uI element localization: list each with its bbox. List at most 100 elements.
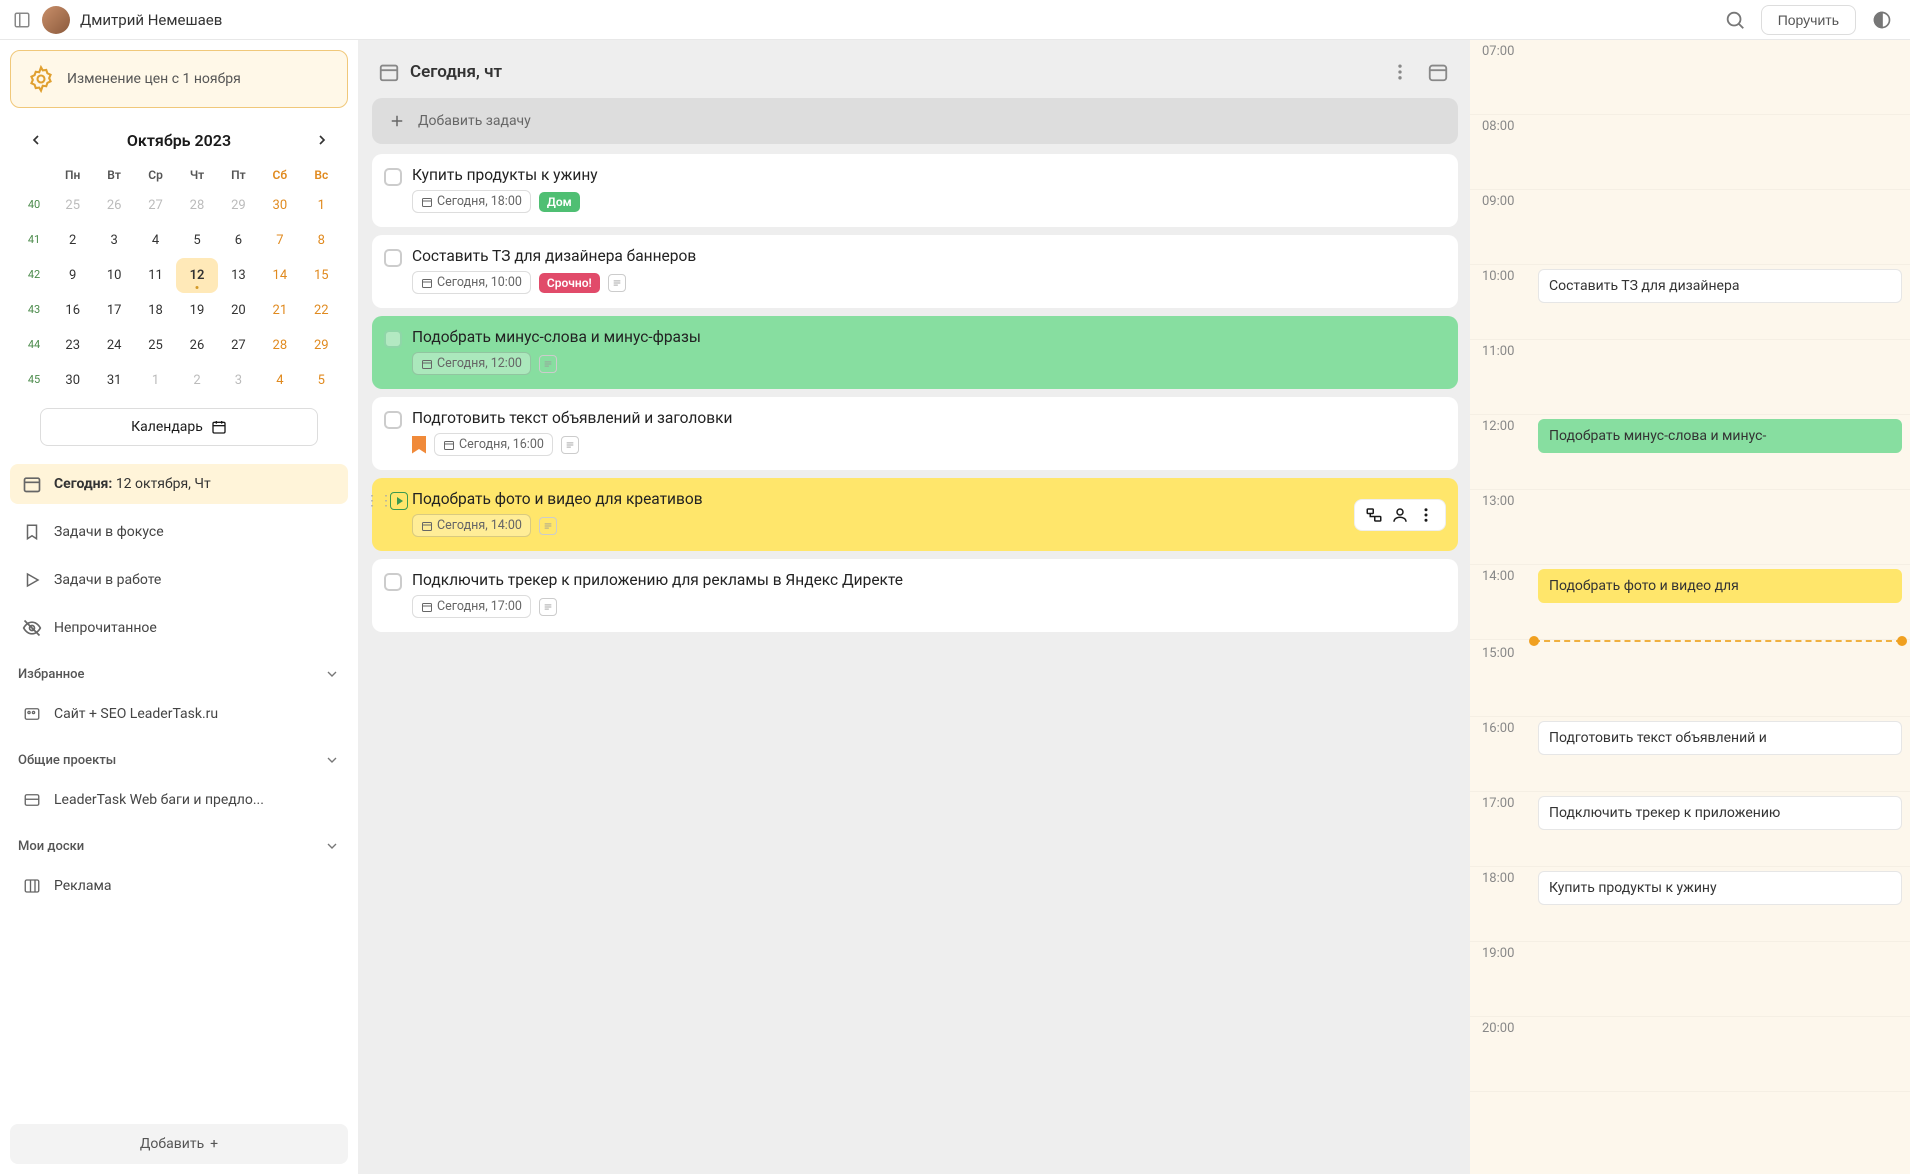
sidebar-collapse-button[interactable] xyxy=(12,10,32,30)
task-time-chip[interactable]: Сегодня, 17:00 xyxy=(412,595,531,618)
add-project-button[interactable]: Добавить + xyxy=(10,1124,348,1164)
calendar-day[interactable]: 29 xyxy=(301,328,342,363)
timeline-hour-slot[interactable]: Подключить трекер к приложению xyxy=(1534,792,1910,866)
timeline-event[interactable]: Подготовить текст объявлений и xyxy=(1538,721,1902,755)
assign-button[interactable]: Поручить xyxy=(1761,5,1856,35)
drag-handle-icon[interactable]: ⋮⋮ xyxy=(370,492,388,510)
task-play-button[interactable] xyxy=(390,492,408,510)
task-checkbox[interactable] xyxy=(384,168,402,186)
price-change-banner[interactable]: Изменение цен с 1 ноября xyxy=(10,50,348,108)
calendar-day[interactable]: 28 xyxy=(176,188,217,223)
calendar-day[interactable]: 27 xyxy=(218,328,259,363)
calendar-day[interactable]: 18 xyxy=(135,293,176,328)
theme-toggle-button[interactable] xyxy=(1866,4,1898,36)
task-tag[interactable]: Дом xyxy=(539,192,580,212)
calendar-day[interactable]: 30 xyxy=(259,188,300,223)
calendar-day[interactable]: 28 xyxy=(259,328,300,363)
section-shared[interactable]: Общие проекты xyxy=(10,742,348,772)
calendar-day[interactable]: 2 xyxy=(52,223,93,258)
calendar-day[interactable]: 19 xyxy=(176,293,217,328)
assign-icon[interactable] xyxy=(1391,506,1409,524)
nav-unread[interactable]: Непрочитанное xyxy=(10,608,348,648)
calendar-day[interactable]: 15 xyxy=(301,258,342,293)
more-menu-button[interactable] xyxy=(1386,58,1414,86)
calendar-day[interactable]: 16 xyxy=(52,293,93,328)
timeline-hour-slot[interactable] xyxy=(1534,1017,1910,1091)
calendar-day[interactable]: 5 xyxy=(301,363,342,398)
task-checkbox[interactable] xyxy=(384,411,402,429)
subtask-icon[interactable] xyxy=(1365,506,1383,524)
calendar-next-button[interactable] xyxy=(310,128,334,152)
add-task-input[interactable]: Добавить задачу xyxy=(372,98,1458,144)
calendar-day[interactable]: 8 xyxy=(301,223,342,258)
task-card[interactable]: Подключить трекер к приложению для рекла… xyxy=(372,559,1458,632)
task-card[interactable]: Составить ТЗ для дизайнера баннеров Сего… xyxy=(372,235,1458,308)
calendar-expand-button[interactable]: Календарь xyxy=(40,408,318,446)
nav-today[interactable]: Сегодня: 12 октября, Чт xyxy=(10,464,348,504)
calendar-day[interactable]: 30 xyxy=(52,363,93,398)
timeline-event[interactable]: Купить продукты к ужину xyxy=(1538,871,1902,905)
calendar-day[interactable]: 12 xyxy=(176,258,217,293)
calendar-day[interactable]: 13 xyxy=(218,258,259,293)
nav-in-work[interactable]: Задачи в работе xyxy=(10,560,348,600)
timeline-event[interactable]: Подобрать минус-слова и минус- xyxy=(1538,419,1902,453)
task-checkbox[interactable] xyxy=(384,573,402,591)
task-checkbox[interactable] xyxy=(384,330,402,348)
timeline-hour-slot[interactable]: Подобрать минус-слова и минус- xyxy=(1534,415,1910,489)
timeline-event[interactable]: Подключить трекер к приложению xyxy=(1538,796,1902,830)
calendar-day[interactable]: 3 xyxy=(93,223,134,258)
task-time-chip[interactable]: Сегодня, 18:00 xyxy=(412,190,531,213)
calendar-day[interactable]: 2 xyxy=(176,363,217,398)
calendar-prev-button[interactable] xyxy=(24,128,48,152)
timeline-hour-slot[interactable] xyxy=(1534,190,1910,264)
task-time-chip[interactable]: Сегодня, 12:00 xyxy=(412,352,531,375)
calendar-day[interactable]: 11 xyxy=(135,258,176,293)
section-favorites[interactable]: Избранное xyxy=(10,656,348,686)
timeline-hour-slot[interactable]: Подобрать фото и видео для xyxy=(1534,565,1910,639)
calendar-day[interactable]: 31 xyxy=(93,363,134,398)
timeline-hour-slot[interactable]: Купить продукты к ужину xyxy=(1534,867,1910,941)
board-item[interactable]: Реклама xyxy=(10,866,348,906)
timeline-hour-slot[interactable]: Подготовить текст объявлений и xyxy=(1534,717,1910,791)
calendar-day[interactable]: 29 xyxy=(218,188,259,223)
calendar-day[interactable]: 7 xyxy=(259,223,300,258)
calendar-day[interactable]: 26 xyxy=(176,328,217,363)
note-icon[interactable] xyxy=(608,274,626,292)
timeline-hour-slot[interactable] xyxy=(1534,115,1910,189)
calendar-day[interactable]: 25 xyxy=(135,328,176,363)
calendar-day[interactable]: 4 xyxy=(135,223,176,258)
calendar-day[interactable]: 1 xyxy=(135,363,176,398)
more-icon[interactable] xyxy=(1417,506,1435,524)
shared-item[interactable]: LeaderTask Web баги и предло... xyxy=(10,780,348,820)
calendar-day[interactable]: 6 xyxy=(218,223,259,258)
task-card[interactable]: Подобрать минус-слова и минус-фразы Сего… xyxy=(372,316,1458,389)
calendar-day[interactable]: 22 xyxy=(301,293,342,328)
note-icon[interactable] xyxy=(561,436,579,454)
calendar-day[interactable]: 21 xyxy=(259,293,300,328)
fav-item[interactable]: Сайт + SEO LeaderTask.ru xyxy=(10,694,348,734)
task-time-chip[interactable]: Сегодня, 10:00 xyxy=(412,271,531,294)
calendar-day[interactable]: 4 xyxy=(259,363,300,398)
timeline-hour-slot[interactable] xyxy=(1534,642,1910,716)
calendar-day[interactable]: 9 xyxy=(52,258,93,293)
calendar-day[interactable]: 3 xyxy=(218,363,259,398)
timeline-hour-slot[interactable] xyxy=(1534,40,1910,114)
task-tag[interactable]: Срочно! xyxy=(539,273,600,293)
calendar-day[interactable]: 10 xyxy=(93,258,134,293)
calendar-day[interactable]: 17 xyxy=(93,293,134,328)
note-icon[interactable] xyxy=(539,355,557,373)
avatar[interactable] xyxy=(42,6,70,34)
calendar-day[interactable]: 27 xyxy=(135,188,176,223)
calendar-day[interactable]: 26 xyxy=(93,188,134,223)
note-icon[interactable] xyxy=(539,598,557,616)
task-card[interactable]: Купить продукты к ужину Сегодня, 18:00До… xyxy=(372,154,1458,227)
timeline-hour-slot[interactable]: Составить ТЗ для дизайнера xyxy=(1534,265,1910,339)
timeline-hour-slot[interactable] xyxy=(1534,340,1910,414)
task-checkbox[interactable] xyxy=(384,249,402,267)
task-card[interactable]: ⋮⋮ Подобрать фото и видео для креативов … xyxy=(372,478,1458,551)
timeline-hour-slot[interactable] xyxy=(1534,490,1910,564)
task-card[interactable]: Подготовить текст объявлений и заголовки… xyxy=(372,397,1458,470)
timeline-event[interactable]: Составить ТЗ для дизайнера xyxy=(1538,269,1902,303)
timeline-event[interactable]: Подобрать фото и видео для xyxy=(1538,569,1902,603)
section-boards[interactable]: Мои доски xyxy=(10,828,348,858)
